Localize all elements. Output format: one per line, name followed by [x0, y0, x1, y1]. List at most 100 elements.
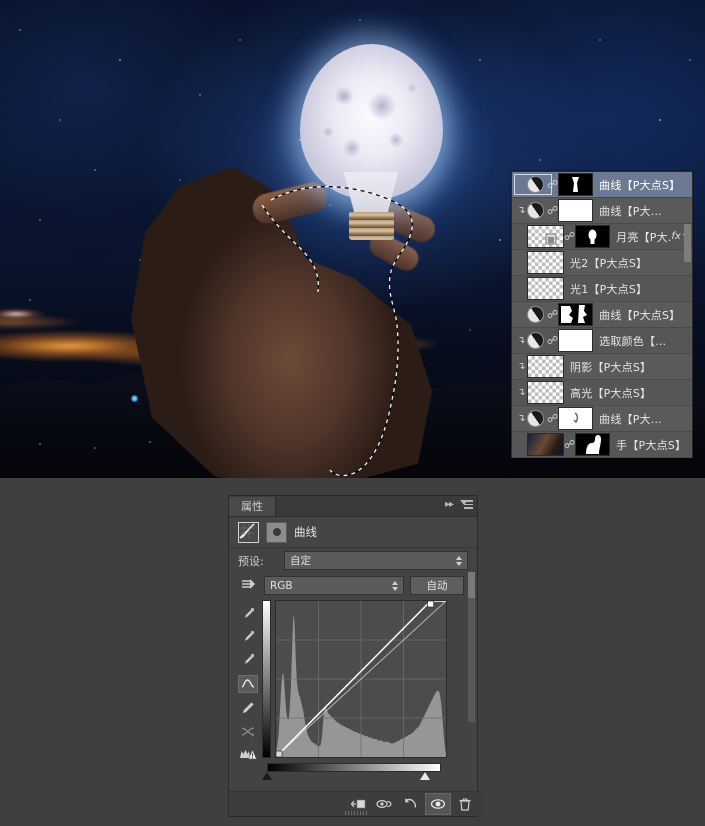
channel-value: RGB [270, 579, 293, 592]
input-gradient-bar [267, 763, 441, 772]
layer-mask-thumbnail[interactable] [558, 303, 594, 326]
input-level-sliders[interactable] [262, 772, 441, 783]
black-point-slider[interactable] [262, 772, 272, 780]
layer-row-light1-4[interactable]: 光1【P大点S】 [512, 276, 692, 302]
eyedropper-black-point-icon[interactable] [239, 606, 257, 622]
eyedropper-gray-point-icon[interactable] [239, 629, 257, 645]
curve-graph[interactable] [275, 600, 447, 758]
adjustment-layer-icon[interactable] [523, 172, 548, 197]
clipping-mask-indicator: ↴ [517, 360, 526, 372]
adjustment-layer-icon[interactable] [523, 302, 548, 327]
layer-name: 光2【P大点S】 [570, 256, 648, 270]
properties-footer[interactable] [229, 791, 483, 816]
layer-name: 手【P大点S】 [616, 438, 687, 452]
tab-properties[interactable]: 属性 [229, 497, 276, 516]
preset-label: 预设: [238, 554, 264, 568]
adjustment-layer-icon[interactable] [523, 198, 548, 223]
lens-flare [0, 300, 54, 328]
layer-mask-thumbnail[interactable] [575, 225, 611, 248]
preset-row: 预设: 自定 [229, 548, 477, 573]
properties-panel[interactable]: 属性 ▸▸ 曲线 预设: 自定 RGB 自动 [228, 495, 483, 817]
on-image-adjust-icon[interactable] [238, 578, 258, 593]
curves-adjustment-icon [238, 521, 259, 543]
layer-mask-thumbnail[interactable] [558, 199, 594, 222]
output-gradient-bar [262, 600, 271, 758]
link-icon[interactable]: ☍ [547, 406, 558, 432]
curve-plot[interactable] [276, 601, 446, 757]
layer-mask-thumbnail[interactable] [558, 173, 594, 196]
layer-row-selective-color-6[interactable]: ↴ ☍ 选取颜色【... [512, 328, 692, 354]
panel-resize-grip[interactable] [345, 811, 367, 815]
bulb-screw-base [349, 212, 394, 240]
layer-thumbnail[interactable] [527, 381, 564, 404]
photoshop-window: ☍曲线【P大点S】↴☍曲线【P大...☍月亮【P大...fx▼光2【P大点S】光… [0, 0, 705, 826]
channel-row: RGB 自动 [229, 573, 477, 598]
clipping-mask-indicator: ↴ [517, 386, 526, 398]
clipping-mask-indicator: ↴ [517, 412, 526, 424]
clipping-mask-indicator: ↴ [517, 334, 526, 346]
panel-menu-icon[interactable] [460, 500, 473, 509]
properties-scrollbar[interactable] [468, 572, 475, 722]
clipping-mask-indicator: ↴ [517, 204, 526, 216]
layer-name: 曲线【P大... [599, 204, 662, 218]
properties-title: 曲线 [294, 525, 317, 539]
delete-layer-icon[interactable] [453, 794, 477, 814]
input-gradient-area [262, 763, 441, 783]
link-icon[interactable]: ☍ [564, 432, 575, 458]
layer-row-hand-10[interactable]: ☍ 手【P大点S】 [512, 432, 692, 458]
auto-button[interactable]: 自动 [410, 576, 464, 595]
link-icon[interactable]: ☍ [547, 172, 558, 198]
layer-mask-thumbnail[interactable] [558, 329, 594, 352]
adjustment-layer-icon[interactable] [523, 406, 548, 431]
curve-point-tool-icon[interactable] [238, 675, 258, 693]
layers-scrollbar-thumb[interactable] [684, 224, 691, 262]
layer-row-shadow-7[interactable]: ↴ 阴影【P大点S】 [512, 354, 692, 380]
channel-select[interactable]: RGB [264, 576, 404, 595]
link-icon[interactable]: ☍ [564, 224, 575, 250]
layer-thumbnail[interactable] [527, 355, 564, 378]
layer-name: 光1【P大点S】 [570, 282, 648, 296]
link-icon[interactable]: ☍ [547, 198, 558, 224]
layer-row-curves-1[interactable]: ↴ ☍ 曲线【P大... [512, 198, 692, 224]
layer-row-curves-0[interactable]: ☍ 曲线【P大点S】 [512, 172, 692, 198]
layer-row-curves-5[interactable]: ☍ 曲线【P大点S】 [512, 302, 692, 328]
adjustment-layer-icon[interactable] [523, 328, 548, 353]
pencil-draw-curve-icon[interactable] [239, 700, 257, 716]
white-point-slider[interactable] [420, 772, 431, 780]
link-icon[interactable]: ☍ [547, 302, 558, 328]
layer-thumbnail[interactable] [527, 433, 564, 456]
layer-row-light2-3[interactable]: 光2【P大点S】 [512, 250, 692, 276]
properties-title-bar: 曲线 [229, 517, 477, 548]
reset-icon[interactable] [399, 794, 423, 814]
preset-select[interactable]: 自定 [284, 551, 468, 570]
layer-name: 曲线【P大点S】 [599, 178, 681, 192]
properties-panel-header: 属性 ▸▸ [229, 496, 477, 517]
layer-effects-fx-icon[interactable]: fx [671, 231, 682, 242]
smooth-curve-icon[interactable] [239, 723, 257, 739]
layer-row-highlight-8[interactable]: ↴ 高光【P大点S】 [512, 380, 692, 406]
layer-row-moon-2[interactable]: ☍月亮【P大...fx▼ [512, 224, 692, 250]
layer-name: 选取颜色【... [599, 334, 667, 348]
layer-thumbnail[interactable] [527, 225, 564, 248]
layer-name: 曲线【P大点S】 [599, 308, 681, 322]
layer-thumbnail[interactable] [527, 251, 564, 274]
eyedropper-white-point-icon[interactable] [239, 652, 257, 668]
layer-mask-thumbnail[interactable] [575, 433, 611, 456]
clipping-warning-icon[interactable] [239, 746, 257, 762]
layer-mask-thumbnail[interactable] [558, 407, 594, 430]
curve-tools[interactable] [238, 600, 258, 762]
layers-panel[interactable]: ☍曲线【P大点S】↴☍曲线【P大...☍月亮【P大...fx▼光2【P大点S】光… [511, 171, 693, 458]
moon-lightbulb [300, 44, 443, 240]
toggle-layer-visibility-icon[interactable] [425, 793, 451, 815]
chevron-updown-icon [456, 555, 462, 566]
layer-name: 高光【P大点S】 [570, 386, 652, 400]
double-chevron-right-icon[interactable]: ▸▸ [445, 499, 454, 510]
layer-thumbnail[interactable] [527, 277, 564, 300]
curve-editor[interactable] [238, 600, 468, 762]
view-previous-state-icon[interactable] [373, 794, 397, 814]
chevron-updown-icon-channel [392, 580, 398, 591]
layer-name: 月亮【P大... [616, 230, 672, 244]
blue-light-dot [131, 395, 138, 402]
layer-row-curves-9[interactable]: ↴ ☍ 曲线【P大... [512, 406, 692, 432]
link-icon[interactable]: ☍ [547, 328, 558, 354]
